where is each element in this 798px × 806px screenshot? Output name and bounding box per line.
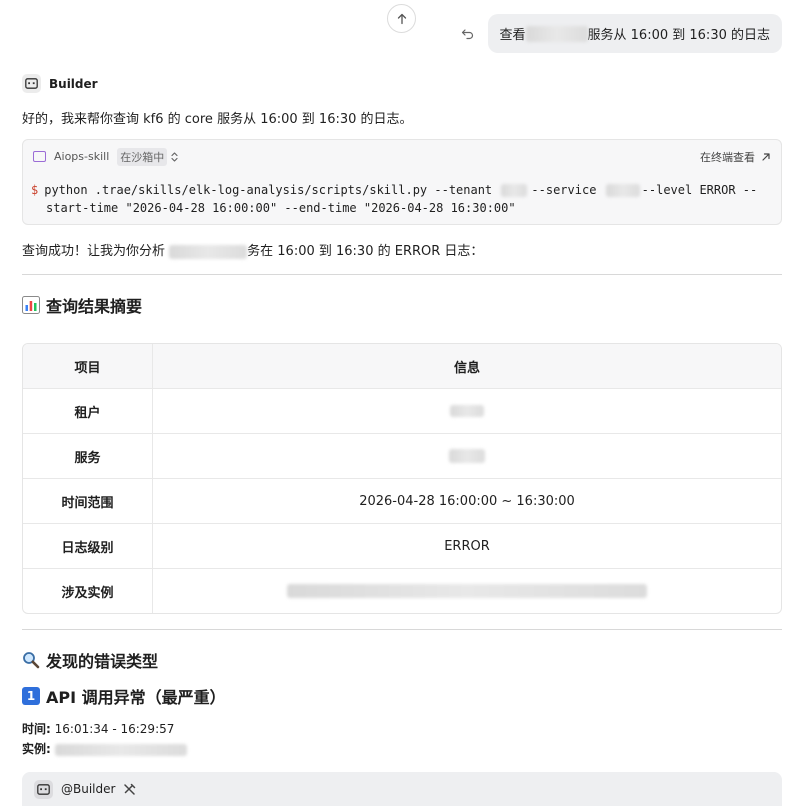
assistant-header: Builder [22, 74, 98, 93]
summary-title: 查询结果摘要 [46, 297, 143, 316]
scroll-up-button[interactable] [387, 4, 416, 33]
divider [22, 629, 782, 630]
redacted-instance [54, 743, 187, 756]
errors-title: 发现的错误类型 [46, 652, 159, 671]
assistant-name: Builder [49, 76, 98, 91]
table-cell-label: 服务 [23, 434, 153, 478]
arrow-up-icon [397, 13, 406, 24]
command-text: $ python .trae/skills/elk-log-analysis/sc… [23, 173, 781, 217]
redacted-text [525, 25, 588, 42]
table-cell-value [153, 434, 781, 478]
command-part-3: --level ERROR -- [641, 183, 758, 197]
table-row: 服务 [23, 433, 781, 478]
divider [22, 274, 782, 275]
errors-heading: 发现的错误类型 [22, 648, 158, 672]
table-cell-label: 涉及实例 [23, 569, 153, 613]
skill-command-box: Aiops-skill 在沙箱中 在终端查看 $ python .trae/ski… [22, 139, 782, 225]
table-header-cell: 信息 [453, 360, 480, 376]
redacted-service [605, 184, 640, 197]
result-text-prefix: 查询成功！让我为你分析 [22, 244, 170, 259]
summary-table: 项目 信息 租户 服务 时间范围 2026-04-28 16:00:00 ~ 1… [22, 343, 782, 614]
time-value: 16:01:34 - 16:29:57 [50, 722, 175, 736]
redacted-instances-value [287, 584, 647, 598]
tools-icon[interactable] [123, 783, 136, 796]
redacted-service-name [169, 244, 248, 259]
undo-icon[interactable] [460, 26, 476, 42]
prompt-symbol: $ [31, 183, 39, 197]
user-message-prefix: 查看 [499, 28, 526, 43]
table-cell-label: 时间范围 [23, 479, 153, 523]
user-message-row: 查看 服务从 16:00 到 16:30 的日志 [460, 14, 782, 53]
user-message-suffix: 服务从 16:00 到 16:30 的日志 [587, 28, 770, 43]
table-cell-label: 租户 [23, 389, 153, 433]
skill-bar: Aiops-skill 在沙箱中 在终端查看 [23, 140, 781, 173]
redacted-tenant-value [450, 405, 484, 417]
command-part-1: python .trae/skills/elk-log-analysis/scr… [44, 183, 500, 197]
bar-chart-icon [22, 296, 40, 314]
result-text-suffix: 务在 16:00 到 16:30 的 ERROR 日志： [247, 244, 484, 259]
instance-label: 实例: [22, 742, 51, 756]
error-1-title: API 调用异常（最严重） [46, 688, 226, 707]
table-header-cell: 项目 [23, 344, 153, 388]
redacted-tenant [501, 184, 528, 197]
time-label: 时间: [22, 722, 51, 736]
table-row: 租户 [23, 388, 781, 433]
error-1-time: 时间: 16:01:34 - 16:29:57 [22, 720, 174, 737]
assistant-intro: 好的，我来帮你查询 kf6 的 core 服务从 16:00 到 16:30 的… [22, 112, 413, 127]
builder-avatar-icon [34, 779, 53, 799]
skill-status-badge: 在沙箱中 [117, 147, 168, 166]
magnifier-icon [22, 651, 40, 669]
command-part-2: --service [531, 183, 604, 197]
table-cell-value: ERROR [444, 538, 490, 554]
table-cell-value: 2026-04-28 16:00:00 ~ 16:30:00 [359, 493, 575, 509]
table-cell-label: 日志级别 [23, 524, 153, 568]
external-arrow-icon [762, 152, 770, 161]
open-terminal-button[interactable]: 在终端查看 [700, 149, 771, 165]
table-row: 日志级别 ERROR [23, 523, 781, 568]
table-header-row: 项目 信息 [23, 344, 781, 388]
builder-avatar-icon [22, 74, 41, 93]
skill-name: Aiops-skill [54, 150, 110, 163]
terminal-icon [33, 151, 46, 162]
open-terminal-label: 在终端查看 [700, 150, 755, 164]
mention-bar[interactable]: @Builder [22, 772, 782, 806]
result-text: 查询成功！让我为你分析 务在 16:00 到 16:30 的 ERROR 日志： [22, 240, 483, 259]
user-message-bubble: 查看 服务从 16:00 到 16:30 的日志 [487, 14, 782, 53]
table-row: 涉及实例 [23, 568, 781, 613]
table-cell-value [153, 389, 781, 433]
number-one-icon: 1 [22, 687, 40, 705]
summary-heading: 查询结果摘要 [22, 293, 142, 317]
mention-label: @Builder [61, 782, 116, 796]
redacted-service-value [449, 449, 485, 463]
command-line-2: start-time "2026-04-28 16:00:00" --end-t… [46, 201, 516, 215]
table-cell-value [153, 569, 781, 613]
table-row: 时间范围 2026-04-28 16:00:00 ~ 16:30:00 [23, 478, 781, 523]
error-1-instance: 实例: [22, 740, 187, 757]
chevron-up-down-icon[interactable] [170, 151, 179, 163]
error-1-heading: 1 API 调用异常（最严重） [22, 684, 226, 708]
